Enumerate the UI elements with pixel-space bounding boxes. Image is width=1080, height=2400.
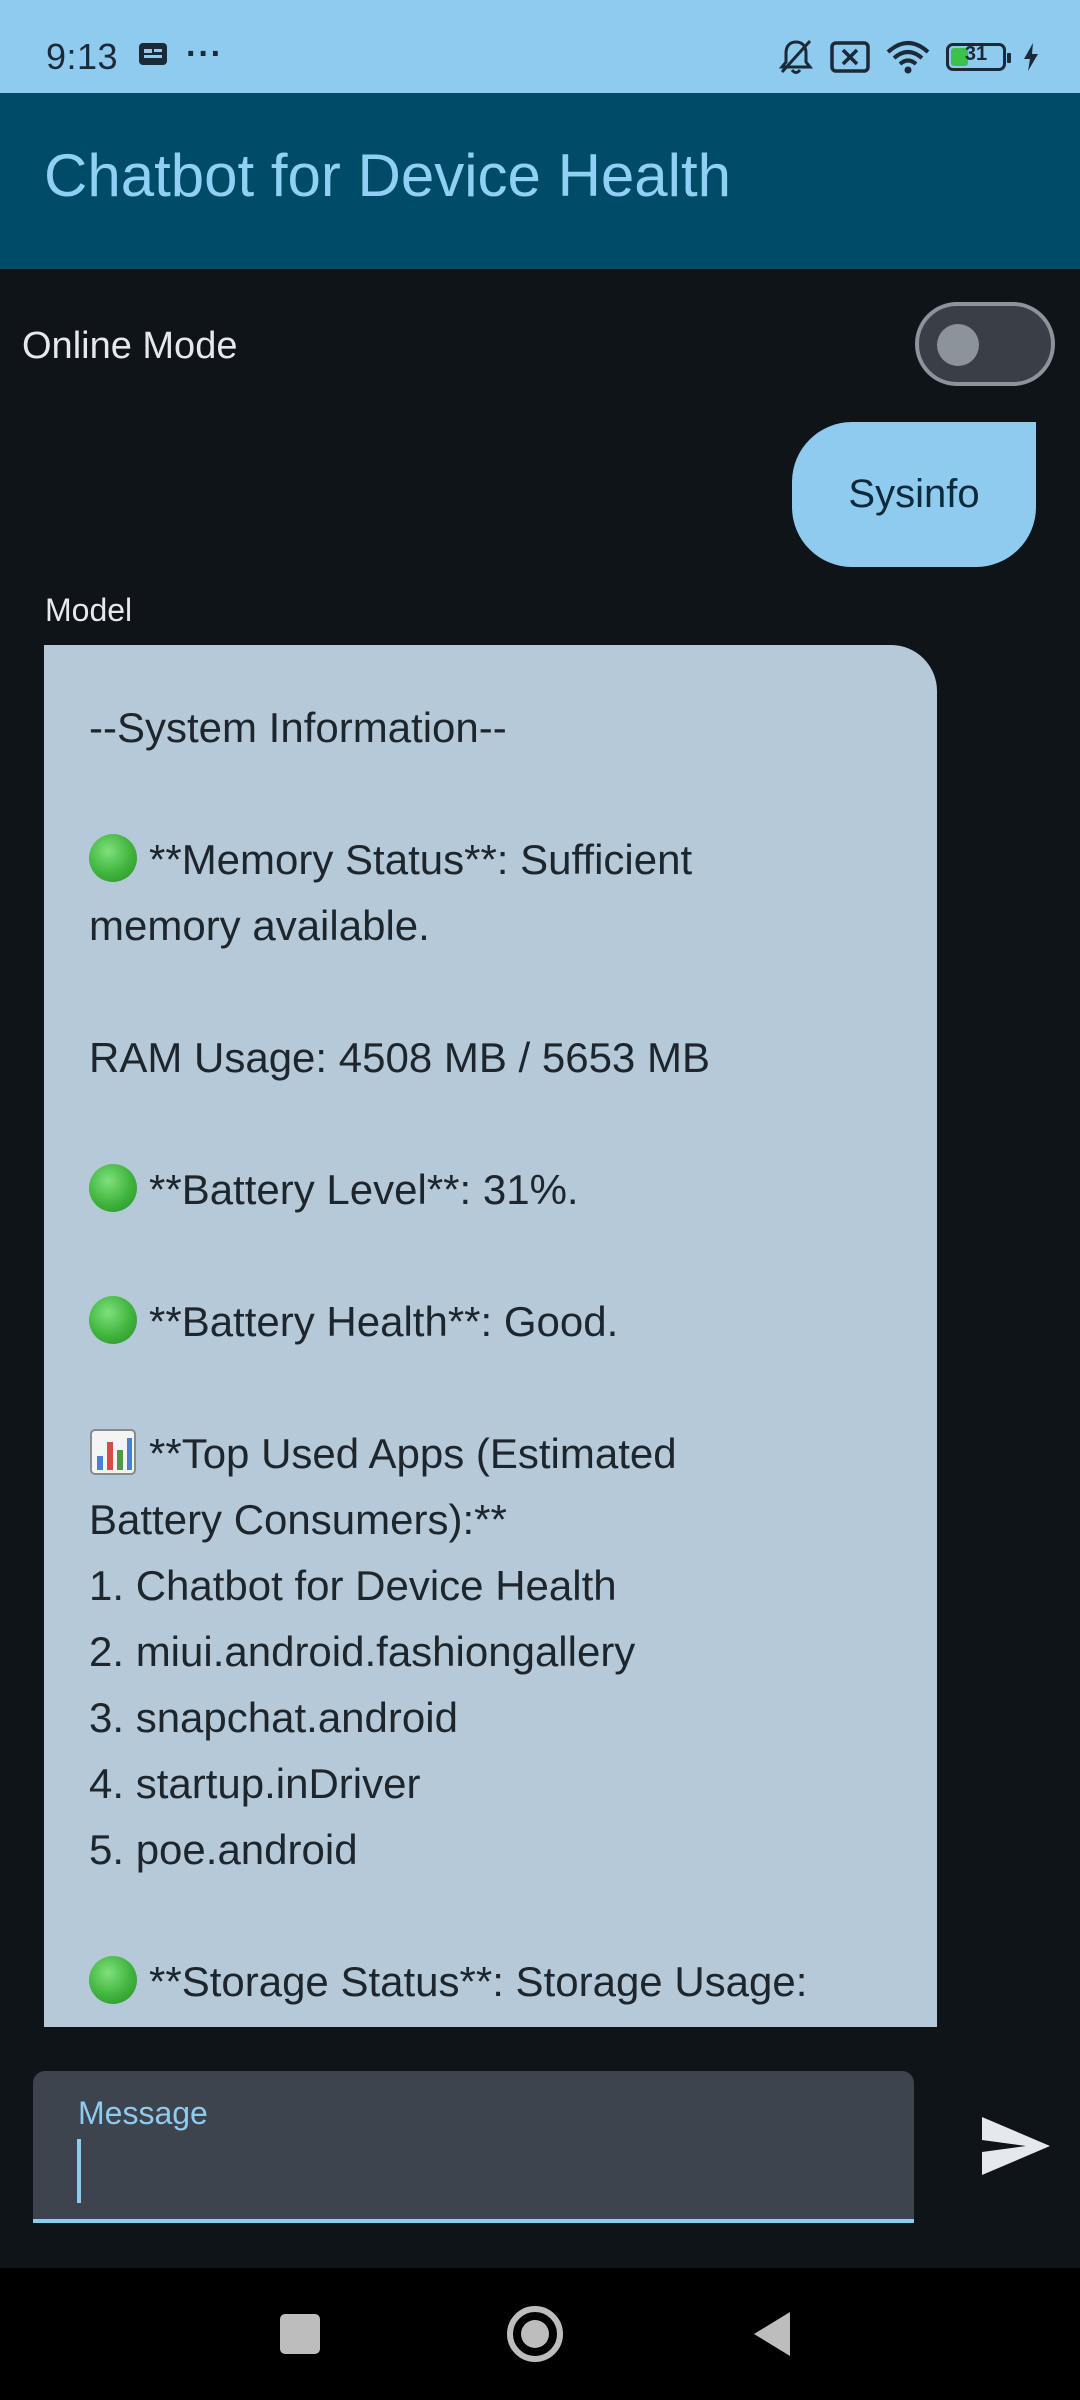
model-message-text: **Storage Status**: Storage Usage: bbox=[149, 1958, 808, 2005]
online-mode-toggle[interactable] bbox=[915, 302, 1055, 386]
charging-bolt-icon bbox=[1024, 43, 1038, 71]
wifi-icon bbox=[886, 41, 930, 74]
bar-chart-icon bbox=[90, 1429, 136, 1475]
model-message-blank-line bbox=[89, 761, 929, 827]
model-message-text: **Battery Level**: 31%. bbox=[149, 1166, 579, 1213]
model-message-text: **Top Used Apps (Estimated bbox=[149, 1430, 677, 1477]
model-message-content: --System Information-- **Memory Status**:… bbox=[89, 695, 929, 2027]
model-message-text: 95992 MB / 124719 MB bbox=[89, 2024, 530, 2027]
model-message-text: Battery Consumers):** bbox=[89, 1496, 507, 1543]
toggle-knob bbox=[937, 324, 979, 366]
battery-level-text: 31 bbox=[964, 43, 988, 65]
green-circle-icon bbox=[89, 834, 137, 882]
model-message-line: **Memory Status**: Sufficient bbox=[89, 827, 929, 893]
model-message-blank-line bbox=[89, 1355, 929, 1421]
app-bar: Chatbot for Device Health bbox=[0, 93, 1080, 269]
model-message-line: memory available. bbox=[89, 893, 929, 959]
green-circle-icon bbox=[89, 1296, 137, 1344]
model-message-text: 3. snapchat.android bbox=[89, 1694, 458, 1741]
model-message-line: 5. poe.android bbox=[89, 1817, 929, 1883]
send-icon[interactable] bbox=[980, 2115, 1052, 2177]
model-message-line: --System Information-- bbox=[89, 695, 929, 761]
model-message-text: 1. Chatbot for Device Health bbox=[89, 1562, 617, 1609]
message-input-label: Message bbox=[78, 2095, 208, 2131]
home-dot bbox=[521, 2320, 549, 2348]
model-message-line: 4. startup.inDriver bbox=[89, 1751, 929, 1817]
green-circle-icon bbox=[89, 1164, 137, 1212]
green-circle-icon bbox=[89, 1956, 137, 2004]
sim-card-icon bbox=[139, 43, 167, 65]
model-message-blank-line bbox=[89, 1223, 929, 1289]
model-message-blank-line bbox=[89, 1883, 929, 1949]
model-message-line: 1. Chatbot for Device Health bbox=[89, 1553, 929, 1619]
model-message-text: **Memory Status**: Sufficient bbox=[149, 836, 693, 883]
more-dots-icon: ··· bbox=[186, 35, 223, 73]
model-message-text: 4. startup.inDriver bbox=[89, 1760, 421, 1807]
status-left-icons: ··· bbox=[138, 35, 223, 73]
model-message-line: RAM Usage: 4508 MB / 5653 MB bbox=[89, 1025, 929, 1091]
status-time: 9:13 bbox=[46, 36, 119, 77]
model-message-line: 95992 MB / 124719 MB bbox=[89, 2015, 929, 2027]
model-message-text: memory available. bbox=[89, 902, 430, 949]
no-sim-icon bbox=[830, 41, 870, 73]
status-right-icons: 31 bbox=[778, 38, 1040, 76]
model-message-text: **Battery Health**: Good. bbox=[149, 1298, 619, 1345]
model-message-bubble: --System Information-- **Memory Status**:… bbox=[44, 645, 937, 2027]
model-message-line: Battery Consumers):** bbox=[89, 1487, 929, 1553]
mute-bell-icon bbox=[778, 39, 814, 74]
page-title: Chatbot for Device Health bbox=[44, 142, 732, 209]
text-caret bbox=[77, 2139, 81, 2203]
battery-icon: 31 bbox=[946, 43, 1011, 71]
model-message-line: **Battery Level**: 31%. bbox=[89, 1157, 929, 1223]
screen: 9:13 ··· 31 Chatbot for Device Health On… bbox=[0, 0, 1080, 2400]
model-message-blank-line bbox=[89, 1091, 929, 1157]
model-message-text: 5. poe.android bbox=[89, 1826, 358, 1873]
model-message-text: RAM Usage: 4508 MB / 5653 MB bbox=[89, 1034, 710, 1081]
model-message-line: **Top Used Apps (Estimated bbox=[89, 1421, 929, 1487]
battery-tip bbox=[1007, 53, 1011, 63]
online-mode-label: Online Mode bbox=[22, 325, 238, 367]
model-message-text: --System Information-- bbox=[89, 704, 507, 751]
user-message-bubble: Sysinfo bbox=[792, 422, 1036, 567]
status-bar: 9:13 ··· 31 bbox=[0, 0, 1080, 93]
home-button[interactable] bbox=[507, 2306, 563, 2362]
model-message-line: **Storage Status**: Storage Usage: bbox=[89, 1949, 929, 2015]
model-label: Model bbox=[45, 592, 133, 628]
model-message-text: 2. miui.android.fashiongallery bbox=[89, 1628, 636, 1675]
message-input[interactable]: Message bbox=[33, 2071, 914, 2223]
back-button[interactable] bbox=[752, 2310, 792, 2358]
model-message-line: 3. snapchat.android bbox=[89, 1685, 929, 1751]
model-message-line: **Battery Health**: Good. bbox=[89, 1289, 929, 1355]
model-message-blank-line bbox=[89, 959, 929, 1025]
model-message-line: 2. miui.android.fashiongallery bbox=[89, 1619, 929, 1685]
recents-button[interactable] bbox=[280, 2314, 320, 2354]
